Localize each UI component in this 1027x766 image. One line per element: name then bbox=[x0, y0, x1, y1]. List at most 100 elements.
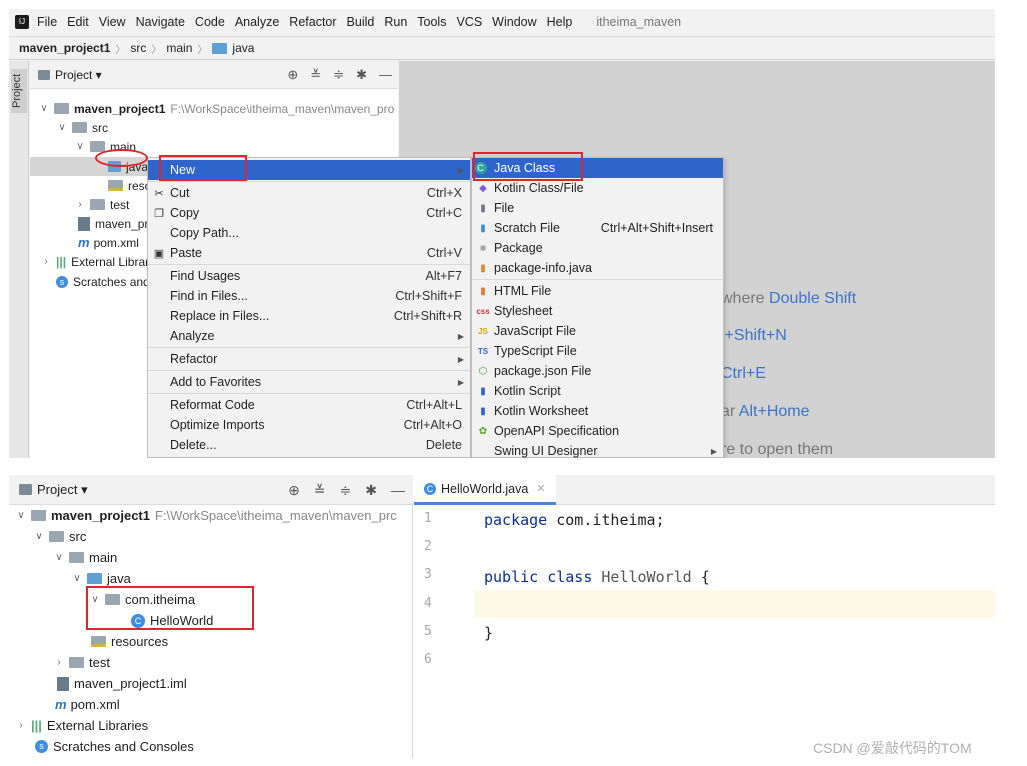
tree-item-src[interactable]: ∨ src bbox=[33, 527, 86, 546]
submenu-item-label: Stylesheet bbox=[494, 304, 553, 318]
gear-icon[interactable]: ✱ bbox=[356, 67, 367, 83]
menu-item-copy[interactable]: ❐ Copy Ctrl+C bbox=[148, 203, 470, 223]
menu-item-paste[interactable]: ▣ Paste Ctrl+V bbox=[148, 243, 470, 263]
tree-item-root[interactable]: ∨ maven_project1 F:\WorkSpace\itheima_ma… bbox=[38, 99, 394, 118]
breadcrumb-project[interactable]: maven_project1 bbox=[19, 41, 110, 55]
folder-icon bbox=[212, 42, 228, 54]
menu-navigate[interactable]: Navigate bbox=[136, 15, 185, 29]
tree-item-iml[interactable]: maven_pro bbox=[78, 214, 155, 233]
menu-window[interactable]: Window bbox=[492, 15, 536, 29]
tree-item-scratches[interactable]: s Scratches and Consoles bbox=[35, 737, 194, 756]
editor-panel: C HelloWorld.java ✕ 1 2 3 4 5 6 package … bbox=[414, 475, 995, 758]
submenu-item-kotlin-worksheet[interactable]: ▮ Kotlin Worksheet bbox=[472, 401, 723, 421]
breadcrumb-java[interactable]: java bbox=[232, 41, 254, 55]
scissors-icon: ✂ bbox=[154, 187, 164, 200]
menu-tools[interactable]: Tools bbox=[417, 15, 446, 29]
menu-item-find-in-files[interactable]: Find in Files... Ctrl+Shift+F bbox=[148, 286, 470, 306]
tree-item-resources[interactable]: resources bbox=[91, 632, 168, 651]
menu-item-shortcut: Ctrl+X bbox=[426, 186, 462, 200]
tree-item-resources[interactable]: reso bbox=[108, 176, 151, 195]
submenu-item-kotlin-script[interactable]: ▮ Kotlin Script bbox=[472, 381, 723, 401]
tree-item-external-libraries[interactable]: › ||| External Librar bbox=[40, 252, 149, 271]
menu-view[interactable]: View bbox=[99, 15, 126, 29]
menu-code[interactable]: Code bbox=[195, 15, 225, 29]
tree-item-main[interactable]: ∨ main bbox=[53, 548, 117, 567]
tree-item-external-libraries[interactable]: › ||| External Libraries bbox=[15, 716, 148, 735]
menu-item-shortcut: Alt+F7 bbox=[425, 269, 462, 283]
ide-window-top: IJ File Edit View Navigate Code Analyze … bbox=[9, 9, 995, 458]
menu-run[interactable]: Run bbox=[384, 15, 407, 29]
menu-item-copy-path[interactable]: Copy Path... bbox=[148, 223, 470, 243]
hint-text: where bbox=[721, 290, 770, 307]
tree-item-test[interactable]: › test bbox=[53, 653, 110, 672]
menu-item-analyze[interactable]: Analyze ▶ bbox=[148, 326, 470, 346]
menu-item-replace-in-files[interactable]: Replace in Files... Ctrl+Shift+R bbox=[148, 306, 470, 326]
tree-item-scratches[interactable]: s Scratches and bbox=[56, 272, 150, 291]
breadcrumb-main[interactable]: main bbox=[166, 41, 192, 55]
tree-item-root[interactable]: ∨ maven_project1 F:\WorkSpace\itheima_ma… bbox=[15, 506, 396, 525]
hint-key: Alt+Home bbox=[738, 403, 810, 420]
close-icon[interactable]: ✕ bbox=[536, 482, 545, 495]
minimize-icon[interactable]: — bbox=[391, 482, 405, 499]
menu-item-shortcut: Ctrl+Shift+F bbox=[395, 289, 462, 303]
gear-icon[interactable]: ✱ bbox=[365, 482, 377, 499]
tree-item-src[interactable]: ∨ src bbox=[56, 118, 108, 137]
collapse-all-icon[interactable]: ≑ bbox=[340, 482, 352, 499]
ts-file-icon: TS bbox=[477, 346, 489, 356]
submenu-item-html[interactable]: ▮ HTML File bbox=[472, 281, 723, 301]
tree-item-iml[interactable]: maven_project1.iml bbox=[57, 674, 187, 693]
menu-item-label: Replace in Files... bbox=[170, 309, 270, 323]
menu-refactor[interactable]: Refactor bbox=[289, 15, 336, 29]
menu-item-optimize-imports[interactable]: Optimize Imports Ctrl+Alt+O bbox=[148, 415, 470, 435]
menu-item-cut[interactable]: ✂ Cut Ctrl+X bbox=[148, 183, 470, 203]
menu-analyze[interactable]: Analyze bbox=[235, 15, 279, 29]
submenu-item-package-json[interactable]: ⬡ package.json File bbox=[472, 361, 723, 381]
project-view-dropdown[interactable]: Project ▾ bbox=[55, 68, 102, 82]
expand-all-icon[interactable]: ≚ bbox=[310, 67, 321, 83]
submenu-item-openapi[interactable]: ✿ OpenAPI Specification bbox=[472, 421, 723, 441]
menu-item-reformat-code[interactable]: Reformat Code Ctrl+Alt+L bbox=[148, 395, 470, 415]
tree-item-pom[interactable]: m pom.xml bbox=[55, 695, 120, 714]
tab-helloworld[interactable]: C HelloWorld.java ✕ bbox=[414, 475, 556, 505]
project-view-dropdown[interactable]: Project ▾ bbox=[37, 482, 88, 498]
tree-path: F:\WorkSpace\itheima_maven\maven_pro bbox=[170, 101, 395, 116]
chevron-down-icon: ∨ bbox=[58, 122, 66, 133]
line-number: 3 bbox=[424, 567, 432, 582]
submenu-item-swing-ui-designer[interactable]: Swing UI Designer ▶ bbox=[472, 441, 723, 458]
menu-build[interactable]: Build bbox=[347, 15, 375, 29]
expand-all-icon[interactable]: ≚ bbox=[314, 482, 326, 499]
submenu-item-package[interactable]: ■ Package bbox=[472, 238, 723, 258]
menu-vcs[interactable]: VCS bbox=[456, 15, 482, 29]
menu-item-shortcut: Ctrl+V bbox=[426, 246, 462, 260]
submenu-arrow-icon: ▶ bbox=[457, 165, 464, 175]
locate-icon[interactable]: ⊕ bbox=[288, 482, 300, 499]
menu-help[interactable]: Help bbox=[547, 15, 573, 29]
breadcrumb-src[interactable]: src bbox=[130, 41, 146, 55]
new-submenu: C Java Class ◆ Kotlin Class/File ▮ File … bbox=[471, 157, 724, 458]
locate-icon[interactable]: ⊕ bbox=[287, 67, 298, 83]
menu-item-find-usages[interactable]: Find Usages Alt+F7 bbox=[148, 266, 470, 286]
source-folder-icon bbox=[87, 573, 102, 584]
submenu-item-package-info[interactable]: ▮ package-info.java bbox=[472, 258, 723, 278]
submenu-arrow-icon: ▶ bbox=[457, 354, 464, 364]
tree-item-pom[interactable]: m pom.xml bbox=[78, 233, 139, 252]
code-line-1[interactable]: package com.itheima; bbox=[484, 511, 665, 529]
menu-item-refactor[interactable]: Refactor ▶ bbox=[148, 349, 470, 369]
collapse-all-icon[interactable]: ≑ bbox=[333, 67, 344, 83]
minimize-icon[interactable]: — bbox=[379, 67, 392, 83]
tree-item-test[interactable]: › test bbox=[74, 195, 129, 214]
submenu-item-kotlin-class[interactable]: ◆ Kotlin Class/File bbox=[472, 178, 723, 198]
resources-folder-icon bbox=[108, 180, 123, 191]
code-line-3[interactable]: public class HelloWorld { bbox=[484, 568, 710, 586]
submenu-item-typescript[interactable]: TS TypeScript File bbox=[472, 341, 723, 361]
submenu-item-file[interactable]: ▮ File bbox=[472, 198, 723, 218]
menu-edit[interactable]: Edit bbox=[67, 15, 89, 29]
submenu-item-stylesheet[interactable]: css Stylesheet bbox=[472, 301, 723, 321]
project-tool-tab[interactable]: Project bbox=[11, 69, 27, 113]
menu-file[interactable]: File bbox=[37, 15, 57, 29]
submenu-item-scratch-file[interactable]: ▮ Scratch File Ctrl+Alt+Shift+Insert bbox=[472, 218, 723, 238]
code-line-5[interactable]: } bbox=[484, 624, 493, 642]
menu-item-add-to-favorites[interactable]: Add to Favorites ▶ bbox=[148, 372, 470, 392]
submenu-item-javascript[interactable]: JS JavaScript File bbox=[472, 321, 723, 341]
menu-item-delete[interactable]: Delete... Delete bbox=[148, 435, 470, 455]
